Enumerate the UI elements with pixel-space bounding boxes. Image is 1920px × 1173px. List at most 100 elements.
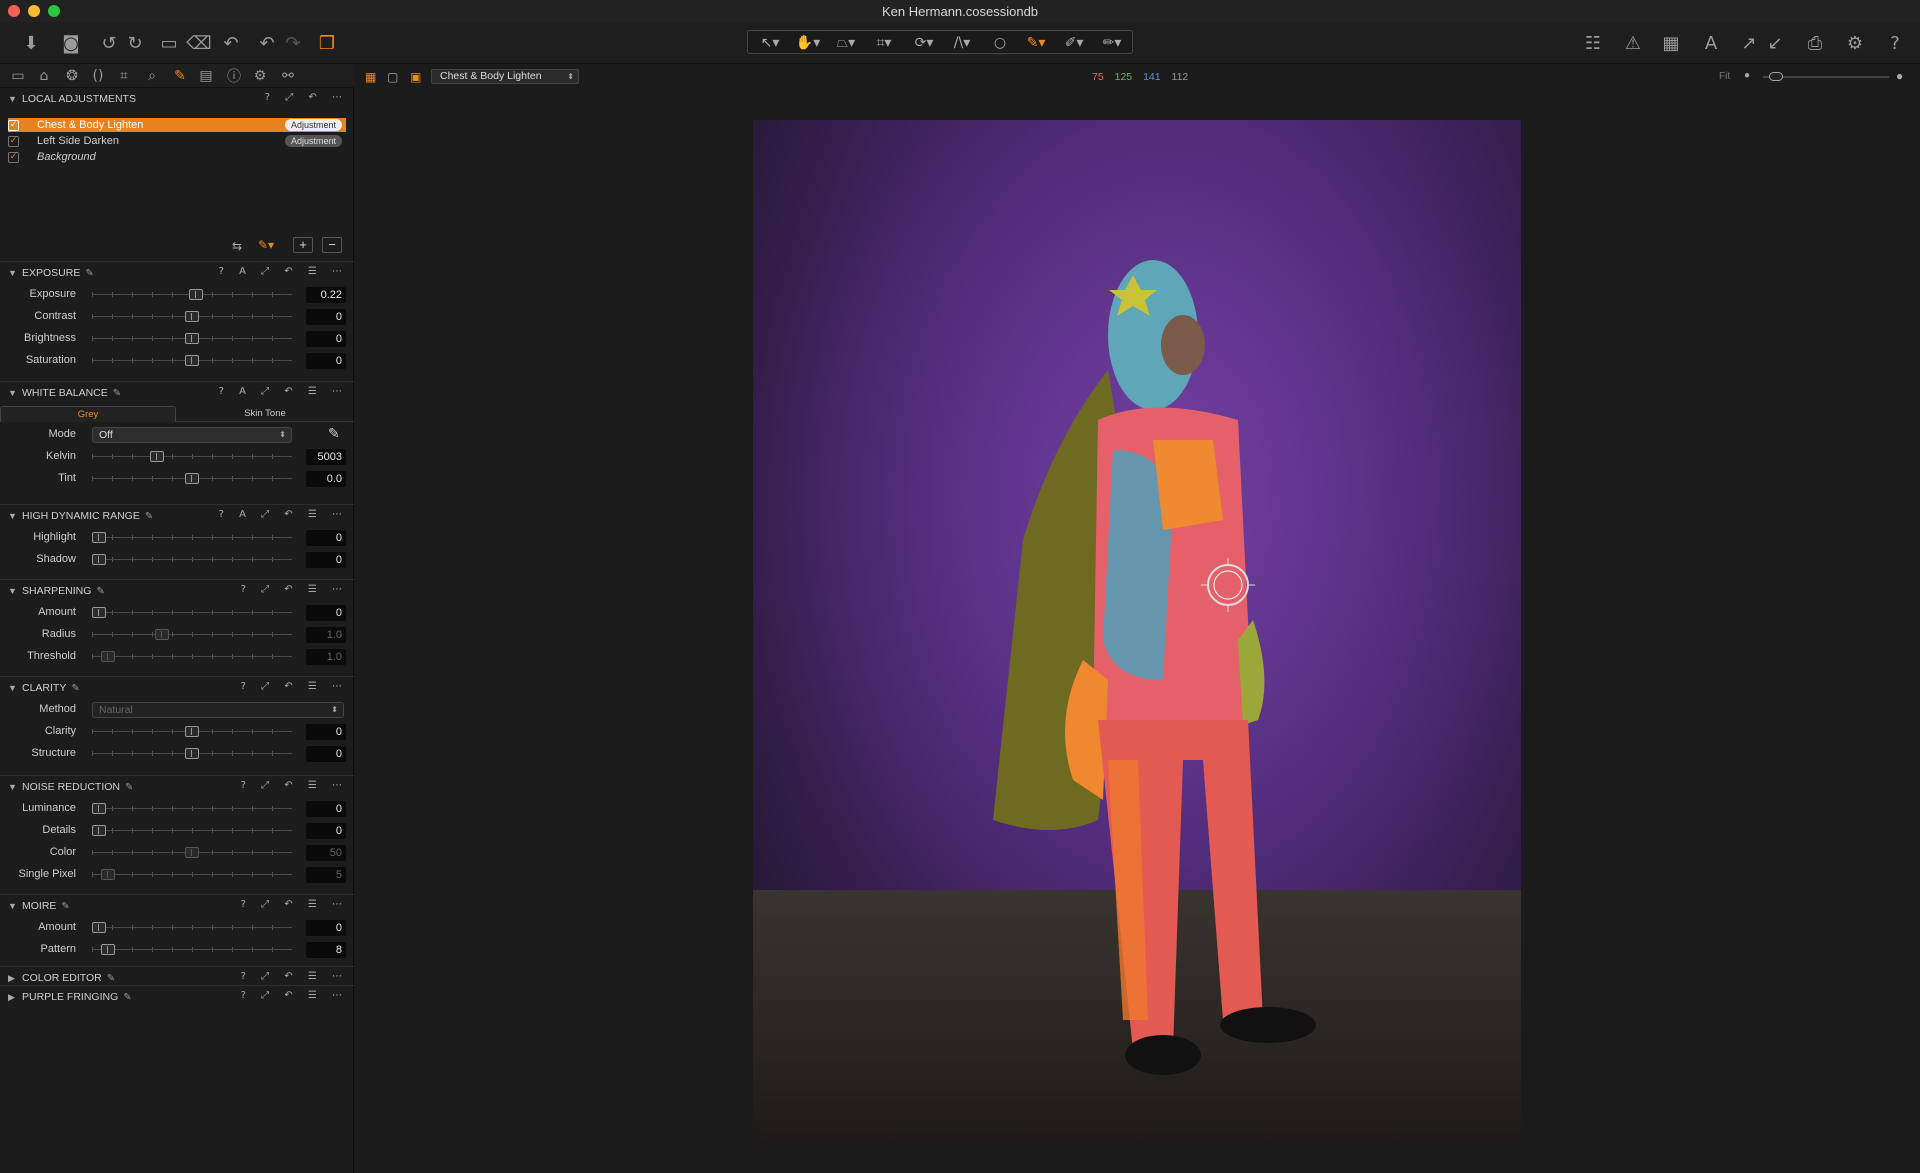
crop-icon[interactable]: ⌗▾ <box>866 33 902 53</box>
brush-icon[interactable]: ✎▾ <box>1018 33 1054 53</box>
exposure-header[interactable]: ▼ EXPOSURE ✎ ? A ⤢ ↶ ☰ ⋯ <box>0 264 354 282</box>
slider-track[interactable] <box>92 634 292 635</box>
collapse-arrow-icon[interactable]: ▼ <box>8 586 18 596</box>
clarity-header[interactable]: ▼ CLARITY ✎ ? ⤢ ↶ ☰ ⋯ <box>0 679 354 697</box>
batch-tab-icon[interactable]: ⚯ <box>278 67 298 85</box>
section-tools-icons[interactable]: ? A ⤢ ↶ ☰ ⋯ <box>219 266 348 277</box>
slider-knob[interactable] <box>188 289 203 300</box>
slider-value-field[interactable]: 0 <box>306 353 346 369</box>
gradient-icon[interactable]: ✐▾ <box>1056 33 1092 53</box>
slider-value-field[interactable]: 0 <box>306 552 346 568</box>
slider-knob[interactable] <box>101 651 116 662</box>
move-to-icon[interactable]: ▭ <box>156 30 182 56</box>
section-tools-icons[interactable]: ? A ⤢ ↶ ☰ ⋯ <box>219 509 348 520</box>
layer-checkbox[interactable]: ✓ <box>8 151 19 163</box>
section-tools-icons[interactable]: ? A ⤢ ↶ ☰ ⋯ <box>219 386 348 397</box>
pan-icon[interactable]: ✋▾ <box>790 33 826 53</box>
grid-icon[interactable]: ▦ <box>1658 30 1684 56</box>
local-adjustments-header[interactable]: ▼ LOCAL ADJUSTMENTS ? ⤢ ↶ ⋯ <box>0 90 354 108</box>
select-dropdown[interactable]: Natural ⬍ <box>92 702 344 718</box>
collapse-arrow-icon[interactable]: ▶ <box>8 992 18 1003</box>
section-tools-icons[interactable]: ? ⤢ ↶ ☰ ⋯ <box>241 990 348 1001</box>
capture-tab-icon[interactable]: ⌂ <box>34 67 54 85</box>
slider-knob[interactable] <box>149 451 164 462</box>
slider-knob[interactable] <box>92 532 106 543</box>
rotate-icon[interactable]: ⟳▾ <box>906 33 942 53</box>
slider-knob[interactable] <box>185 847 199 858</box>
section-tools-icons[interactable]: ? ⤢ ↶ ☰ ⋯ <box>241 584 348 595</box>
section-tools-icons[interactable]: ? ⤢ ↶ ☰ ⋯ <box>241 971 348 982</box>
remove-layer-button[interactable]: − <box>322 237 342 253</box>
straighten-icon[interactable]: /\▾ <box>944 33 980 53</box>
sharpening-header[interactable]: ▼ SHARPENING ✎ ? ⤢ ↶ ☰ ⋯ <box>0 582 354 600</box>
white-balance-header[interactable]: ▼ WHITE BALANCE ✎ ? A ⤢ ↶ ☰ ⋯ <box>0 384 354 402</box>
slider-track[interactable] <box>92 927 292 928</box>
slider-value-field[interactable]: 0 <box>306 724 346 740</box>
output-tab-icon[interactable]: ▤ <box>196 67 216 85</box>
slider-track[interactable] <box>92 949 292 950</box>
eraser-icon[interactable]: ✏▾ <box>1094 33 1130 53</box>
viewer-layout-icon[interactable]: ☷ <box>1580 30 1606 56</box>
tab-skin-tone[interactable]: Skin Tone <box>180 406 350 422</box>
details-tab-icon[interactable]: ⌕ <box>142 67 162 85</box>
help-icon[interactable]: ? <box>1882 30 1908 56</box>
single-view-icon[interactable]: ▢ <box>387 70 398 84</box>
pipette-icon[interactable]: ✎ <box>328 426 340 442</box>
collapse-arrow-icon[interactable]: ▼ <box>8 268 18 278</box>
slider-track[interactable] <box>92 612 292 613</box>
slider-knob[interactable] <box>92 825 106 836</box>
add-layer-button[interactable]: + <box>293 237 313 253</box>
slider-value-field[interactable]: 50 <box>306 845 346 861</box>
redo-icon[interactable]: ↷ <box>280 30 306 56</box>
layer-checkbox[interactable]: ✓ <box>8 119 19 131</box>
hdr-header[interactable]: ▼ HIGH DYNAMIC RANGE ✎ ? A ⤢ ↶ ☰ ⋯ <box>0 507 354 525</box>
collapse-arrow-icon[interactable]: ▼ <box>8 782 18 792</box>
swap-icon[interactable]: ⇆ <box>232 239 242 253</box>
text-overlay-icon[interactable]: A <box>1698 30 1724 56</box>
layer-checkbox[interactable]: ✓ <box>8 135 19 147</box>
slider-value-field[interactable]: 5003 <box>306 449 346 465</box>
variants-icon[interactable]: ❐ <box>314 30 340 56</box>
section-tools-icons[interactable]: ? ⤢ ↶ ⋯ <box>265 92 348 103</box>
copy-adjustments-icon[interactable]: ↗ <box>1736 30 1762 56</box>
section-tools-icons[interactable]: ? ⤢ ↶ ☰ ⋯ <box>241 780 348 791</box>
composition-tab-icon[interactable]: ⌗ <box>114 67 134 85</box>
slider-knob[interactable] <box>185 473 199 484</box>
slider-value-field[interactable]: 0 <box>306 605 346 621</box>
collapse-arrow-icon[interactable]: ▼ <box>8 683 18 693</box>
layer-item[interactable]: ✓ Left Side Darken Adjustment <box>8 134 346 148</box>
slider-value-field[interactable]: 0 <box>306 746 346 762</box>
brush-menu-icon[interactable]: ✎▾ <box>258 238 274 252</box>
rotate-right-icon[interactable]: ↻ <box>122 30 148 56</box>
image-preview[interactable] <box>753 120 1521 1146</box>
layer-item[interactable]: ✓ Background <box>8 150 346 164</box>
slider-knob[interactable] <box>101 944 116 955</box>
noise-reduction-header[interactable]: ▼ NOISE REDUCTION ✎ ? ⤢ ↶ ☰ ⋯ <box>0 778 354 796</box>
collapse-arrow-icon[interactable]: ▼ <box>8 94 18 104</box>
lens-tab-icon[interactable]: () <box>88 67 108 85</box>
color-tab-icon[interactable]: ❂ <box>62 67 82 85</box>
slider-track[interactable] <box>92 656 292 657</box>
slider-knob[interactable] <box>185 748 199 759</box>
slider-value-field[interactable]: 1.0 <box>306 649 346 665</box>
slider-knob[interactable] <box>155 629 170 640</box>
metadata-tab-icon[interactable]: ⓘ <box>224 67 244 85</box>
slider-value-field[interactable]: 0 <box>306 920 346 936</box>
zoom-slider-knob[interactable] <box>1769 72 1783 81</box>
slider-knob[interactable] <box>185 726 199 737</box>
trash-icon[interactable]: ⌫ <box>186 30 212 56</box>
slider-knob[interactable] <box>92 554 106 565</box>
slider-value-field[interactable]: 0 <box>306 331 346 347</box>
collapse-arrow-icon[interactable]: ▼ <box>8 901 18 911</box>
slider-value-field[interactable]: 0.22 <box>306 287 346 303</box>
layer-item[interactable]: ✓ Chest & Body Lighten Adjustment <box>8 118 346 132</box>
slider-knob[interactable] <box>185 311 199 322</box>
layer-select[interactable]: Chest & Body Lighten ⬍ <box>431 69 579 84</box>
slider-track[interactable] <box>92 808 292 809</box>
slider-knob[interactable] <box>101 869 116 880</box>
section-tools-icons[interactable]: ? ⤢ ↶ ☰ ⋯ <box>241 681 348 692</box>
mask-view-icon[interactable]: ▣ <box>410 70 421 84</box>
slider-knob[interactable] <box>92 922 106 933</box>
select-cursor-icon[interactable]: ↖▾ <box>752 33 788 53</box>
import-icon[interactable]: ⬇ <box>18 30 44 56</box>
